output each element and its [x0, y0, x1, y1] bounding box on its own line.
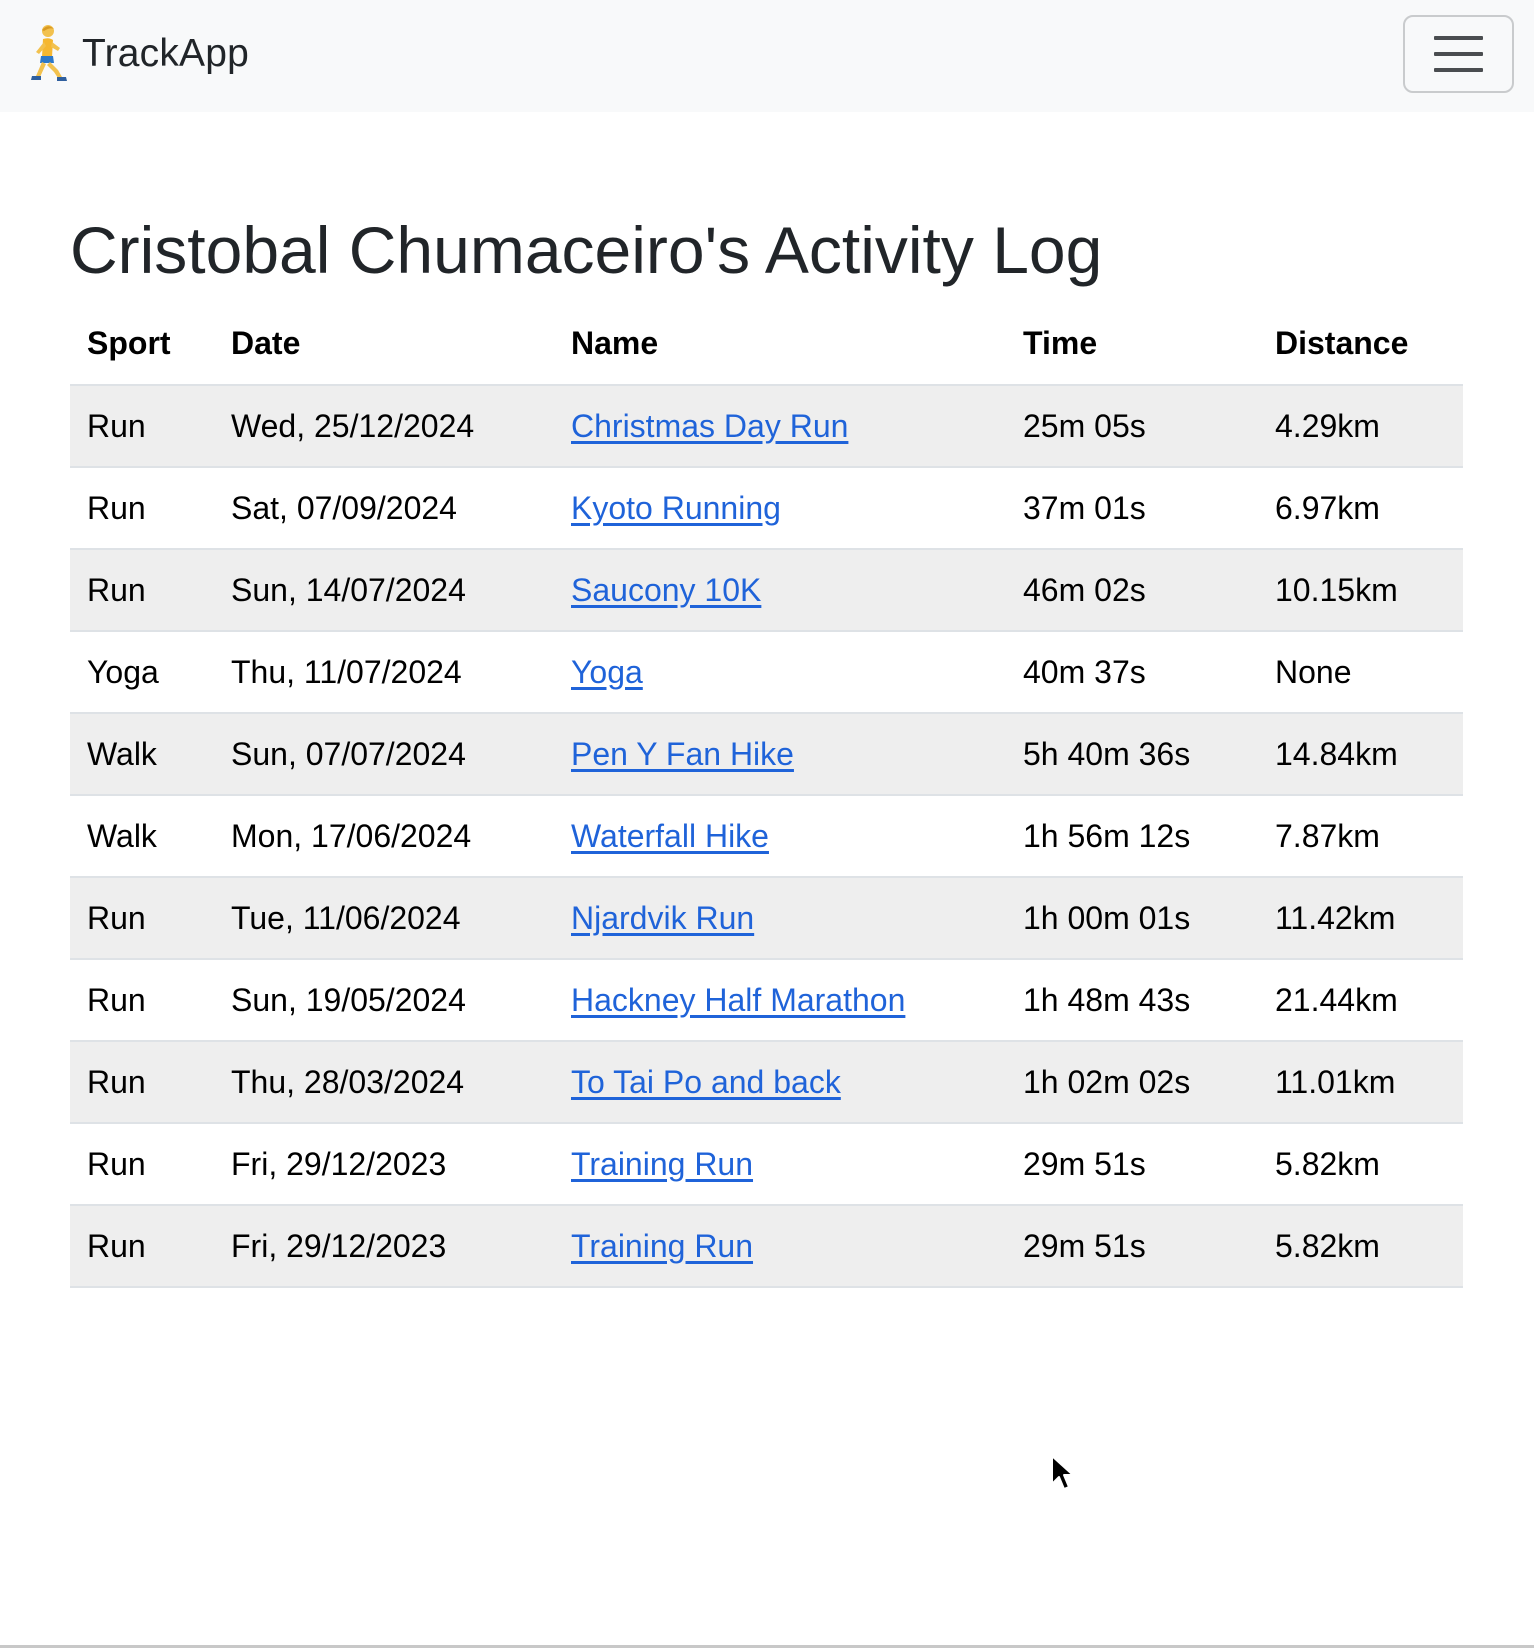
table-row: Run Thu, 28/03/2024 To Tai Po and back 1…	[70, 1041, 1463, 1124]
cell-distance: 7.87km	[1258, 795, 1463, 878]
cell-date: Fri, 29/12/2023	[214, 1205, 554, 1288]
activity-link[interactable]: Training Run	[571, 1228, 753, 1264]
table-row: Run Sun, 14/07/2024 Saucony 10K 46m 02s …	[70, 549, 1463, 632]
cell-name: Training Run	[554, 1205, 1006, 1288]
brand-name: TrackApp	[82, 32, 250, 75]
column-header-distance: Distance	[1258, 303, 1463, 386]
cell-distance: 6.97km	[1258, 467, 1463, 550]
table-row: Walk Mon, 17/06/2024 Waterfall Hike 1h 5…	[70, 795, 1463, 878]
table-row: Walk Sun, 07/07/2024 Pen Y Fan Hike 5h 4…	[70, 713, 1463, 796]
cell-name: Hackney Half Marathon	[554, 959, 1006, 1042]
cell-distance: 11.42km	[1258, 877, 1463, 960]
cell-time: 37m 01s	[1006, 467, 1258, 550]
column-header-name: Name	[554, 303, 1006, 386]
activity-link[interactable]: Training Run	[571, 1146, 753, 1182]
activity-link[interactable]: Saucony 10K	[571, 572, 761, 608]
cell-date: Sat, 07/09/2024	[214, 467, 554, 550]
activity-link[interactable]: Yoga	[571, 654, 643, 690]
column-header-date: Date	[214, 303, 554, 386]
cell-distance: 14.84km	[1258, 713, 1463, 796]
page-title: Cristobal Chumaceiro's Activity Log	[70, 213, 1103, 287]
table-row: Yoga Thu, 11/07/2024 Yoga 40m 37s None	[70, 631, 1463, 714]
cell-date: Sun, 07/07/2024	[214, 713, 554, 796]
activity-link[interactable]: Njardvik Run	[571, 900, 754, 936]
cell-distance: None	[1258, 631, 1463, 714]
navbar: TrackApp	[0, 0, 1534, 112]
cell-date: Sun, 14/07/2024	[214, 549, 554, 632]
cell-distance: 5.82km	[1258, 1205, 1463, 1288]
cell-date: Fri, 29/12/2023	[214, 1123, 554, 1206]
cell-sport: Run	[70, 959, 214, 1042]
cell-name: Training Run	[554, 1123, 1006, 1206]
activity-link[interactable]: Kyoto Running	[571, 490, 781, 526]
cell-time: 46m 02s	[1006, 549, 1258, 632]
activity-link[interactable]: Hackney Half Marathon	[571, 982, 905, 1018]
cell-name: Saucony 10K	[554, 549, 1006, 632]
table-row: Run Fri, 29/12/2023 Training Run 29m 51s…	[70, 1123, 1463, 1206]
cell-time: 1h 02m 02s	[1006, 1041, 1258, 1124]
activity-link[interactable]: Waterfall Hike	[571, 818, 769, 854]
table-row: Run Tue, 11/06/2024 Njardvik Run 1h 00m …	[70, 877, 1463, 960]
cell-sport: Run	[70, 467, 214, 550]
cell-date: Wed, 25/12/2024	[214, 385, 554, 468]
cell-time: 40m 37s	[1006, 631, 1258, 714]
cell-date: Tue, 11/06/2024	[214, 877, 554, 960]
mouse-cursor-icon	[1051, 1455, 1074, 1490]
cell-sport: Run	[70, 1205, 214, 1288]
navbar-toggler-button[interactable]	[1403, 15, 1514, 93]
cell-time: 5h 40m 36s	[1006, 713, 1258, 796]
cell-name: Njardvik Run	[554, 877, 1006, 960]
cell-distance: 5.82km	[1258, 1123, 1463, 1206]
cell-name: Kyoto Running	[554, 467, 1006, 550]
activity-link[interactable]: Pen Y Fan Hike	[571, 736, 794, 772]
cell-date: Thu, 11/07/2024	[214, 631, 554, 714]
cell-time: 1h 00m 01s	[1006, 877, 1258, 960]
table-row: Run Sat, 07/09/2024 Kyoto Running 37m 01…	[70, 467, 1463, 550]
runner-emoji-icon	[31, 25, 67, 81]
activity-table: Sport Date Name Time Distance Run Wed, 2…	[70, 303, 1463, 1288]
cell-distance: 21.44km	[1258, 959, 1463, 1042]
cell-sport: Walk	[70, 713, 214, 796]
cell-name: Waterfall Hike	[554, 795, 1006, 878]
brand-link[interactable]: TrackApp	[26, 22, 249, 86]
table-row: Run Wed, 25/12/2024 Christmas Day Run 25…	[70, 385, 1463, 468]
cell-distance: 10.15km	[1258, 549, 1463, 632]
cell-sport: Yoga	[70, 631, 214, 714]
cell-date: Mon, 17/06/2024	[214, 795, 554, 878]
table-row: Run Sun, 19/05/2024 Hackney Half Maratho…	[70, 959, 1463, 1042]
cell-name: Yoga	[554, 631, 1006, 714]
cell-sport: Run	[70, 385, 214, 468]
cell-distance: 4.29km	[1258, 385, 1463, 468]
cell-sport: Run	[70, 877, 214, 960]
cell-sport: Run	[70, 1041, 214, 1124]
cell-date: Thu, 28/03/2024	[214, 1041, 554, 1124]
activity-link[interactable]: To Tai Po and back	[571, 1064, 841, 1100]
cell-time: 29m 51s	[1006, 1205, 1258, 1288]
activity-link[interactable]: Christmas Day Run	[571, 408, 848, 444]
cell-name: Christmas Day Run	[554, 385, 1006, 468]
cell-sport: Walk	[70, 795, 214, 878]
cell-time: 1h 48m 43s	[1006, 959, 1258, 1042]
cell-sport: Run	[70, 1123, 214, 1206]
table-header-row: Sport Date Name Time Distance	[70, 303, 1463, 386]
table-row: Run Fri, 29/12/2023 Training Run 29m 51s…	[70, 1205, 1463, 1288]
cell-name: To Tai Po and back	[554, 1041, 1006, 1124]
cell-sport: Run	[70, 549, 214, 632]
cell-date: Sun, 19/05/2024	[214, 959, 554, 1042]
cell-name: Pen Y Fan Hike	[554, 713, 1006, 796]
cell-time: 29m 51s	[1006, 1123, 1258, 1206]
column-header-time: Time	[1006, 303, 1258, 386]
cell-time: 1h 56m 12s	[1006, 795, 1258, 878]
column-header-sport: Sport	[70, 303, 214, 386]
cell-time: 25m 05s	[1006, 385, 1258, 468]
cell-distance: 11.01km	[1258, 1041, 1463, 1124]
